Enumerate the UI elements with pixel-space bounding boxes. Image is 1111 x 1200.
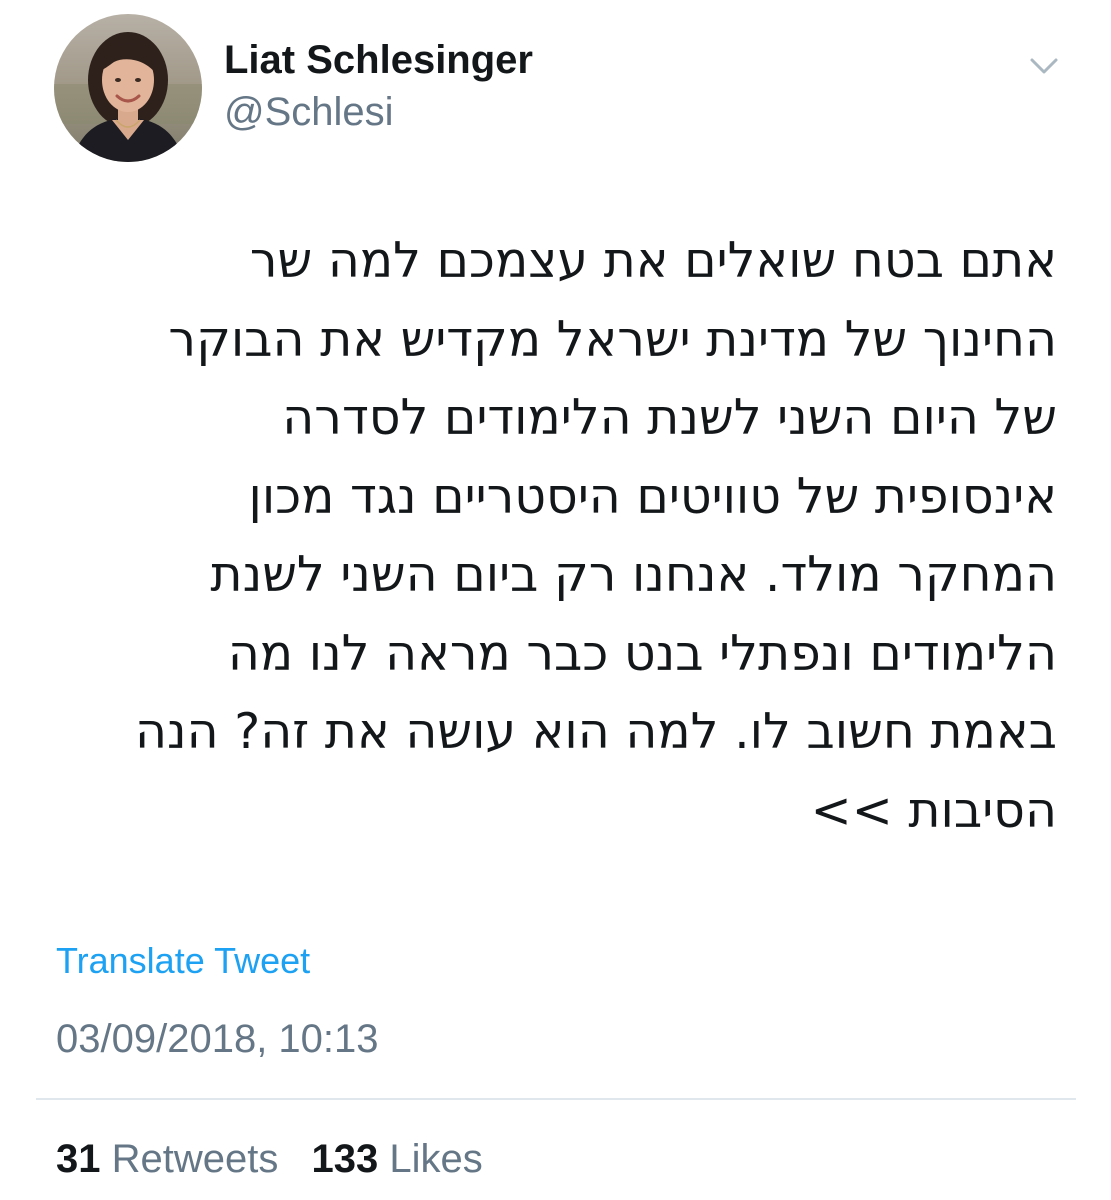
retweets-count: 31 xyxy=(56,1137,101,1181)
tweet-text-line: המחקר מולד. אנחנו רק ביום השני לשנת xyxy=(210,546,1057,603)
tweet-text-line: באמת חשוב לו. למה הוא עושה את זה? הנה xyxy=(135,703,1057,760)
tweet-text-line: הסיבות >> xyxy=(810,781,1057,839)
tweet-text-line: של היום השני לשנת הלימודים לסדרה xyxy=(282,389,1057,446)
retweets-stat[interactable]: 31 Retweets xyxy=(56,1136,278,1182)
likes-label: Likes xyxy=(389,1137,483,1181)
tweet-card: Liat Schlesinger @Schlesi אתם בטח שואלים… xyxy=(0,0,1111,1200)
tweet-text-line: אינסופית של טוויטים היסטריים נגד מכון xyxy=(248,467,1057,525)
tweet-stats: 31 Retweets 133 Likes xyxy=(56,1136,505,1182)
tweet-text-line: הלימודים ונפתלי בנט כבר מראה לנו מה xyxy=(227,624,1057,682)
retweets-label: Retweets xyxy=(111,1137,279,1181)
avatar[interactable] xyxy=(54,14,202,162)
translate-tweet-link[interactable]: Translate Tweet xyxy=(56,940,310,982)
chevron-down-icon[interactable] xyxy=(1022,48,1066,84)
author-display-name[interactable]: Liat Schlesinger xyxy=(224,38,533,82)
likes-count: 133 xyxy=(311,1137,379,1181)
tweet-timestamp[interactable]: 03/09/2018, 10:13 xyxy=(56,1016,379,1062)
divider xyxy=(36,1098,1076,1100)
avatar-photo xyxy=(54,14,202,162)
likes-stat[interactable]: 133 Likes xyxy=(312,1136,483,1182)
tweet-text-line: החינוך של מדינת ישראל מקדיש את הבוקר xyxy=(168,310,1057,368)
tweet-text: אתם בטח שואלים את עצמכם למה שר החינוך של… xyxy=(47,222,1057,850)
author-handle[interactable]: @Schlesi xyxy=(224,90,394,134)
tweet-text-line: אתם בטח שואלים את עצמכם למה שר xyxy=(249,232,1057,289)
